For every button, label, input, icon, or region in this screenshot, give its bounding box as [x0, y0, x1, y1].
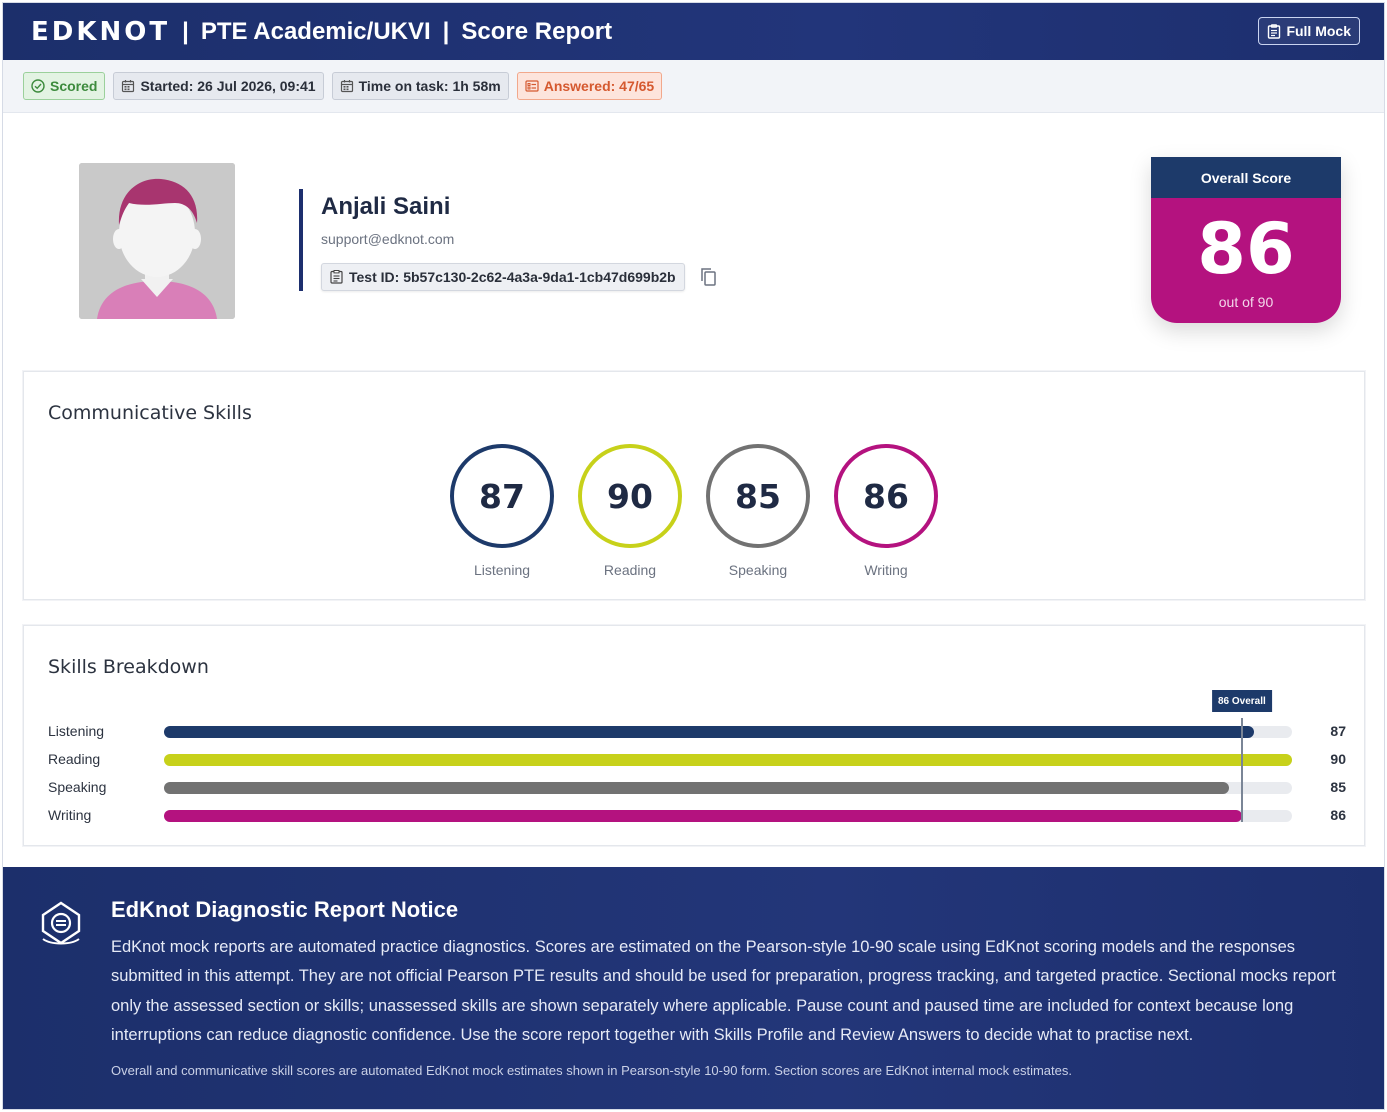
header-separator: |	[182, 17, 189, 45]
communicative-skills-panel: Communicative Skills 87 Listening 90 Rea…	[23, 371, 1365, 600]
breakdown-track	[164, 782, 1292, 794]
skill-listening: 87 Listening	[450, 444, 554, 578]
breakdown-value: 86	[1330, 807, 1346, 823]
skill-rings: 87 Listening 90 Reading 85 Speaking 86 W…	[450, 444, 938, 578]
breakdown-row: Listening 87	[48, 718, 1348, 746]
overall-score-scale: out of 90	[1218, 294, 1274, 310]
header-separator-2: |	[442, 17, 450, 45]
scored-badge: Scored	[23, 72, 106, 100]
score-report-page: EDKNOT | PTE Academic/UKVI | Score Repor…	[2, 2, 1385, 1110]
breakdown-value: 85	[1330, 779, 1346, 795]
breakdown-row: Speaking 85	[48, 774, 1348, 802]
skill-ring: 86	[834, 444, 938, 548]
user-silhouette-icon	[79, 163, 235, 319]
breakdown-value: 87	[1330, 723, 1346, 739]
skill-ring: 87	[450, 444, 554, 548]
test-id-row: Test ID: 5b57c130-2c62-4a3a-9da1-1cb47d6…	[321, 263, 719, 291]
notice-body: EdKnot mock reports are automated practi…	[111, 938, 1336, 1044]
time-on-task-badge: Time on task: 1h 58m	[331, 72, 509, 100]
started-label: Started: 26 Jul 2026, 09:41	[140, 78, 316, 94]
test-id-label: Test ID: 5b57c130-2c62-4a3a-9da1-1cb47d6…	[349, 269, 676, 285]
skills-breakdown-title: Skills Breakdown	[48, 656, 209, 678]
avatar	[79, 163, 235, 319]
breakdown-bar	[164, 782, 1230, 794]
skill-reading: 90 Reading	[578, 444, 682, 578]
clipboard-icon	[1268, 23, 1281, 39]
skill-ring: 85	[706, 444, 810, 548]
skill-writing: 86 Writing	[834, 444, 938, 578]
overall-score-card: Overall Score 86 out of 90	[1151, 157, 1341, 323]
breakdown-track	[164, 726, 1292, 738]
overall-score-body: 86 out of 90	[1151, 198, 1341, 323]
candidate-email: support@edknot.com	[321, 231, 455, 247]
candidate-profile: Anjali Saini support@edknot.com Test ID:…	[299, 189, 719, 291]
candidate-name: Anjali Saini	[321, 193, 451, 220]
test-id-badge: Test ID: 5b57c130-2c62-4a3a-9da1-1cb47d6…	[321, 263, 685, 291]
breakdown-row: Reading 90	[48, 746, 1348, 774]
overall-marker-line	[1240, 718, 1243, 822]
skills-breakdown-panel: Skills Breakdown Listening 87 Reading 90…	[23, 625, 1365, 846]
calendar-icon	[122, 80, 135, 93]
skill-ring: 90	[578, 444, 682, 548]
breakdown-bar	[164, 810, 1242, 822]
skill-label: Listening	[473, 562, 531, 578]
breakdown-label: Writing	[48, 807, 92, 823]
edknot-logo: EDKNOT	[31, 16, 171, 47]
communicative-skills-title: Communicative Skills	[48, 402, 252, 424]
report-title: Score Report	[461, 17, 613, 45]
overall-score-title: Overall Score	[1151, 157, 1341, 198]
full-mock-button[interactable]: Full Mock	[1258, 17, 1360, 45]
skill-speaking: 85 Speaking	[706, 444, 810, 578]
breakdown-track	[164, 754, 1292, 766]
checklist-icon	[525, 80, 539, 92]
breakdown-label: Reading	[48, 751, 101, 767]
diagnostic-notice: EdKnot Diagnostic Report Notice EdKnot m…	[3, 867, 1384, 1109]
answered-badge: Answered: 47/65	[516, 72, 663, 100]
full-mock-label: Full Mock	[1286, 23, 1351, 39]
breakdown-track	[164, 810, 1292, 822]
skill-label: Reading	[603, 562, 657, 578]
skill-label: Writing	[864, 562, 908, 578]
copy-icon[interactable]	[699, 267, 719, 287]
status-bar: Scored Started: 26 Jul 2026, 09:41 Time …	[3, 60, 1384, 113]
breakdown-label: Listening	[48, 723, 105, 739]
top-header: EDKNOT | PTE Academic/UKVI | Score Repor…	[3, 3, 1384, 60]
breakdown-row: Writing 86	[48, 802, 1348, 830]
document-icon	[330, 270, 343, 284]
breakdown-value: 90	[1330, 751, 1346, 767]
exam-name: PTE Academic/UKVI	[200, 17, 431, 45]
overall-marker-tag: 86 Overall	[1211, 690, 1272, 712]
breakdown-bar	[164, 726, 1255, 738]
notice-footnote: Overall and communicative skill scores a…	[111, 1063, 1072, 1078]
notice-title: EdKnot Diagnostic Report Notice	[111, 897, 459, 922]
breakdown-rows: Listening 87 Reading 90 Speaking 85 Writ…	[48, 690, 1348, 830]
breakdown-bar	[164, 754, 1292, 766]
scored-label: Scored	[50, 78, 98, 94]
answered-label: Answered: 47/65	[543, 78, 655, 94]
calendar-icon	[340, 80, 353, 93]
started-badge: Started: 26 Jul 2026, 09:41	[113, 72, 324, 100]
breakdown-label: Speaking	[48, 779, 107, 795]
time-on-task-label: Time on task: 1h 58m	[358, 78, 501, 94]
edknot-emblem-icon	[41, 901, 81, 945]
check-circle-icon	[31, 79, 45, 93]
overall-score-value: 86	[1197, 208, 1295, 290]
skill-label: Speaking	[728, 562, 788, 578]
